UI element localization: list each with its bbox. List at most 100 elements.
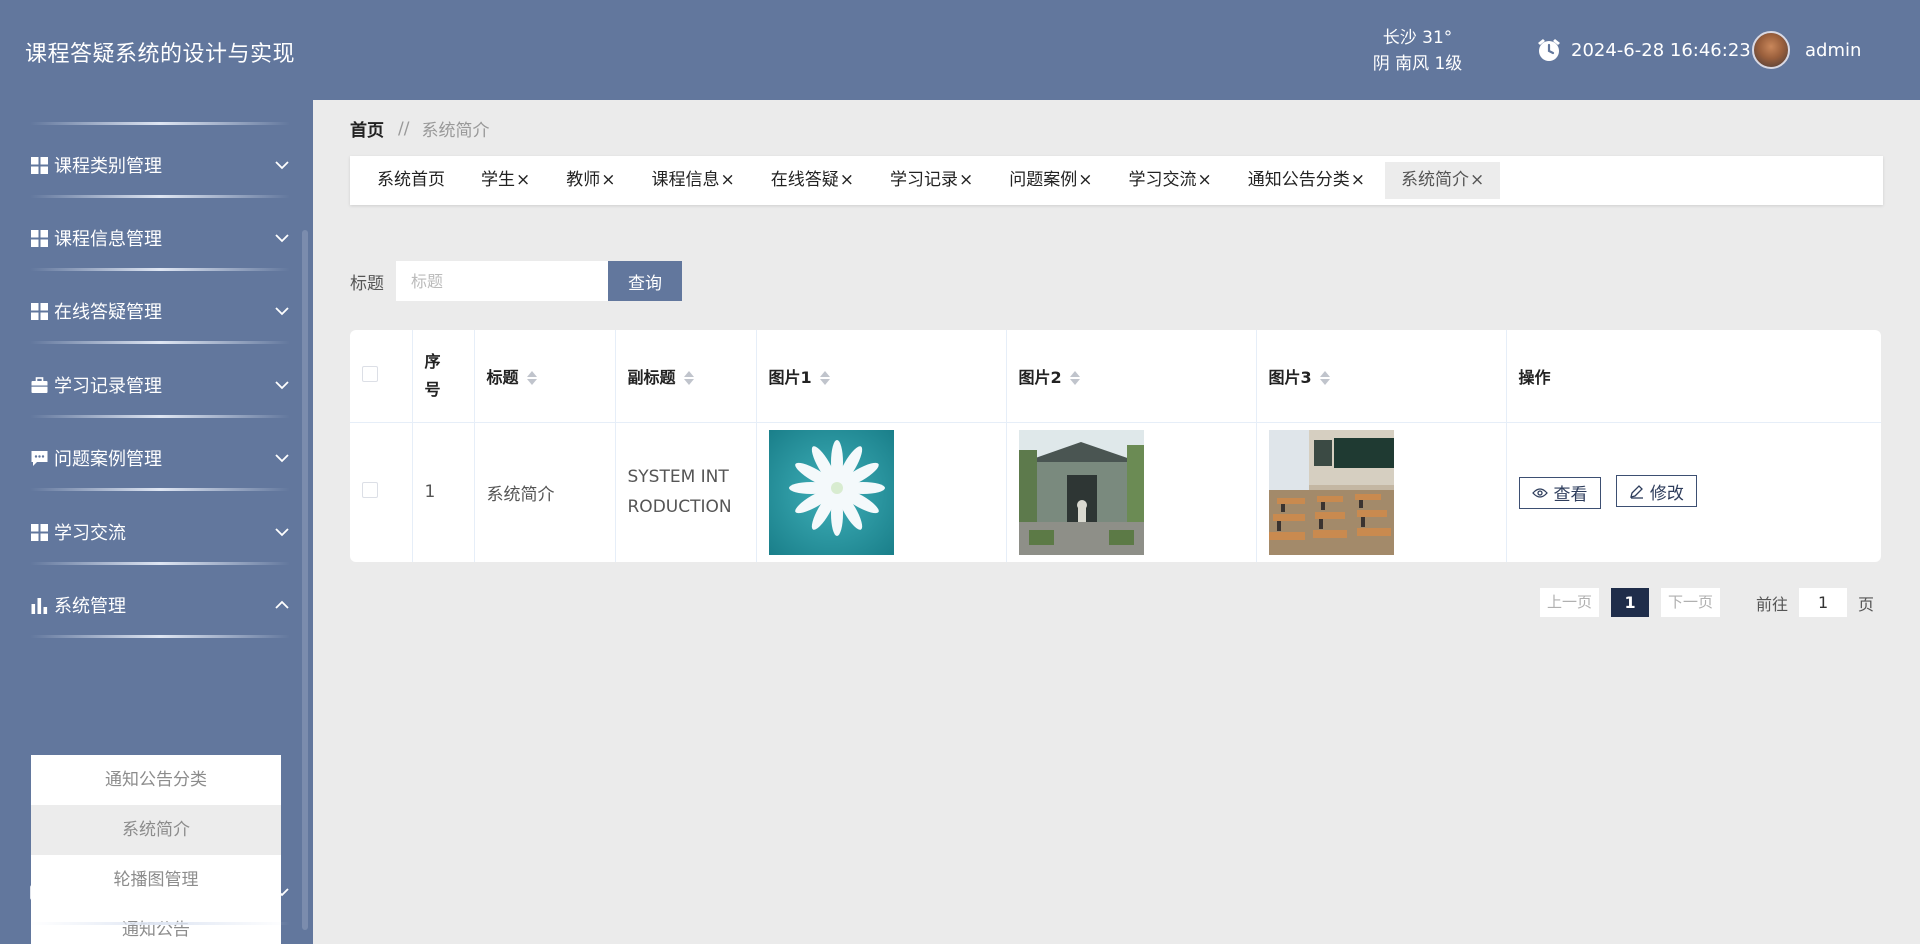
tab-problem-cases[interactable]: 问题案例× bbox=[993, 162, 1108, 199]
weather-widget: 长沙 31° 阴 南风 1级 bbox=[1360, 25, 1475, 77]
sidebar-divider bbox=[30, 195, 290, 198]
search-label: 标题 bbox=[350, 273, 384, 294]
tab-study-records[interactable]: 学习记录× bbox=[874, 162, 989, 199]
header-actions: 操作 bbox=[1506, 330, 1881, 423]
sort-icon[interactable] bbox=[819, 370, 830, 386]
tab-notice-category[interactable]: 通知公告分类× bbox=[1232, 162, 1381, 199]
sidebar-item-personal-center[interactable]: 个人中心 bbox=[30, 867, 290, 917]
user-menu[interactable]: admin bbox=[1752, 31, 1861, 69]
tab-bar: 系统首页 学生× 教师× 课程信息× 在线答疑× 学习记录× 问题案例× 学习交… bbox=[350, 156, 1883, 205]
flower-image[interactable] bbox=[768, 429, 894, 555]
chevron-down-icon bbox=[275, 161, 289, 170]
sidebar-divider bbox=[30, 922, 290, 925]
select-all-checkbox[interactable] bbox=[362, 365, 378, 382]
close-icon[interactable]: × bbox=[1470, 170, 1484, 190]
tab-course-info[interactable]: 课程信息× bbox=[636, 162, 751, 199]
tab-label: 学习交流 bbox=[1128, 170, 1197, 190]
breadcrumb: 首页 // 系统简介 bbox=[350, 116, 490, 142]
grid-icon bbox=[30, 523, 48, 541]
sidebar-item-label: 学习交流 bbox=[54, 523, 126, 544]
next-page-button[interactable]: 下一页 bbox=[1661, 588, 1721, 617]
close-icon[interactable]: × bbox=[1078, 170, 1092, 190]
row-checkbox[interactable] bbox=[362, 481, 378, 498]
tab-home[interactable]: 系统首页 bbox=[361, 162, 461, 199]
sidebar-scrollbar[interactable] bbox=[302, 230, 308, 930]
sidebar-item-course-info[interactable]: 课程信息管理 bbox=[30, 213, 290, 263]
breadcrumb-home[interactable]: 首页 bbox=[350, 116, 384, 141]
tab-label: 学习记录 bbox=[890, 170, 958, 190]
sort-icon[interactable] bbox=[1319, 370, 1330, 386]
cell-index: 1 bbox=[412, 422, 475, 562]
sidebar: 课程类别管理 课程信息管理 在线答疑管理 学习记录管理 问题案例管理 学习交流 … bbox=[0, 100, 313, 944]
sidebar-item-system-management[interactable]: 系统管理 bbox=[30, 580, 290, 630]
header-image1[interactable]: 图片1 bbox=[756, 330, 1007, 423]
tab-study-exchange[interactable]: 学习交流× bbox=[1113, 162, 1228, 199]
cell-select[interactable] bbox=[350, 422, 413, 562]
sidebar-divider bbox=[30, 268, 290, 271]
tab-student[interactable]: 学生× bbox=[465, 162, 546, 199]
datetime-text: 2024-6-28 16:46:23 bbox=[1571, 39, 1751, 61]
cell-image1 bbox=[756, 422, 1007, 562]
tab-teacher[interactable]: 教师× bbox=[550, 162, 631, 199]
grid-icon bbox=[30, 156, 48, 174]
submenu-item-notice-category[interactable]: 通知公告分类 bbox=[31, 755, 281, 805]
query-button[interactable]: 查询 bbox=[608, 261, 682, 301]
edit-button[interactable]: 修改 bbox=[1615, 475, 1697, 508]
sidebar-divider bbox=[30, 341, 290, 344]
close-icon[interactable]: × bbox=[601, 170, 615, 190]
clock-widget: 2024-6-28 16:46:23 bbox=[1535, 36, 1751, 64]
weather-condition: 阴 南风 1级 bbox=[1372, 54, 1463, 74]
wallet-icon bbox=[30, 883, 48, 901]
app-title: 课程答疑系统的设计与实现 bbox=[25, 42, 296, 67]
grid-icon bbox=[30, 302, 48, 320]
edit-pencil-icon bbox=[1630, 484, 1643, 499]
header-title[interactable]: 标题 bbox=[474, 330, 616, 423]
tab-label: 学生 bbox=[481, 170, 515, 190]
sidebar-item-course-category[interactable]: 课程类别管理 bbox=[30, 140, 290, 190]
sidebar-item-online-qa[interactable]: 在线答疑管理 bbox=[30, 286, 290, 336]
eye-icon bbox=[1531, 488, 1548, 498]
sidebar-divider bbox=[30, 122, 290, 125]
title-search-input[interactable] bbox=[396, 261, 608, 301]
close-icon[interactable]: × bbox=[721, 170, 735, 190]
header-subtitle[interactable]: 副标题 bbox=[615, 330, 757, 423]
sidebar-divider bbox=[30, 415, 290, 418]
tab-online-qa[interactable]: 在线答疑× bbox=[755, 162, 870, 199]
sort-icon[interactable] bbox=[1069, 370, 1080, 386]
avatar[interactable] bbox=[1752, 31, 1790, 69]
courtyard-image[interactable] bbox=[1018, 429, 1144, 555]
table-row: 1 系统简介 SYSTEM INTRODUCTION 查看 修改 bbox=[350, 422, 1881, 562]
sort-icon[interactable] bbox=[526, 370, 537, 386]
close-icon[interactable]: × bbox=[840, 170, 854, 190]
sidebar-item-label: 学习记录管理 bbox=[54, 376, 162, 397]
classroom-image[interactable] bbox=[1268, 429, 1394, 555]
sidebar-item-label: 课程信息管理 bbox=[54, 229, 162, 250]
sidebar-item-problem-cases[interactable]: 问题案例管理 bbox=[30, 433, 290, 483]
submenu-item-system-intro[interactable]: 系统简介 bbox=[31, 805, 281, 855]
grid-icon bbox=[30, 229, 48, 247]
page-number-current[interactable]: 1 bbox=[1611, 588, 1650, 617]
tab-label: 课程信息 bbox=[651, 170, 720, 190]
prev-page-button[interactable]: 上一页 bbox=[1540, 588, 1600, 617]
search-bar: 标题 查询 bbox=[350, 261, 682, 301]
sidebar-item-label: 系统管理 bbox=[54, 596, 126, 617]
sidebar-item-label: 问题案例管理 bbox=[54, 449, 162, 470]
header-image2[interactable]: 图片2 bbox=[1006, 330, 1257, 423]
breadcrumb-current: 系统简介 bbox=[421, 121, 490, 141]
sidebar-item-study-records[interactable]: 学习记录管理 bbox=[30, 360, 290, 410]
header-image3[interactable]: 图片3 bbox=[1256, 330, 1507, 423]
view-button[interactable]: 查看 bbox=[1518, 476, 1601, 509]
close-icon[interactable]: × bbox=[1198, 170, 1212, 190]
chevron-down-icon bbox=[275, 888, 289, 897]
close-icon[interactable]: × bbox=[516, 170, 530, 190]
close-icon[interactable]: × bbox=[959, 170, 973, 190]
sort-icon[interactable] bbox=[683, 370, 694, 386]
tab-system-intro[interactable]: 系统简介× bbox=[1385, 162, 1501, 199]
sidebar-item-study-exchange[interactable]: 学习交流 bbox=[30, 507, 290, 557]
header-index: 序号 bbox=[412, 330, 475, 423]
username[interactable]: admin bbox=[1805, 40, 1861, 61]
goto-page-input[interactable] bbox=[1799, 588, 1848, 617]
header-select-all[interactable] bbox=[350, 330, 413, 423]
close-icon[interactable]: × bbox=[1351, 170, 1365, 190]
sidebar-divider bbox=[30, 635, 290, 638]
